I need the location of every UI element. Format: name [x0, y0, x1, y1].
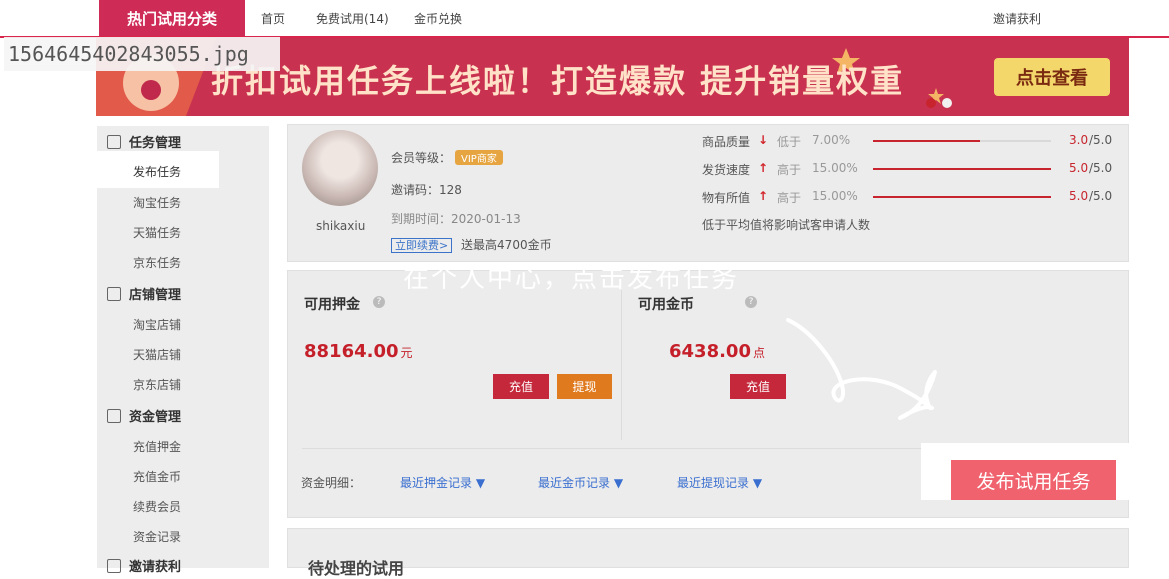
score-value: 3.0 [1069, 133, 1089, 147]
deposit-label: 可用押金 [304, 297, 360, 313]
help-icon[interactable]: ? [373, 296, 385, 308]
pending-panel [287, 528, 1129, 568]
renew-button[interactable]: 立即续费> [391, 238, 453, 253]
gift-icon [107, 558, 121, 573]
score-percent: 7.00% [812, 133, 851, 147]
sidebar-item-publish-task[interactable]: 发布任务 [133, 163, 181, 180]
nav-home[interactable]: 首页 [261, 10, 285, 27]
calendar-icon [107, 286, 121, 301]
gold-label: 可用金币 [638, 297, 694, 313]
sidebar-item-recharge-deposit[interactable]: 充值押金 [133, 438, 181, 455]
score-total: /5.0 [1089, 189, 1113, 203]
curved-arrow-icon [786, 318, 937, 420]
score-row-value: 物有所值 ↑ 高于 15.00% 5.0 /5.0 [702, 189, 1122, 205]
tutorial-caption: 在个人中心，点击发布任务 [403, 264, 740, 294]
score-note: 低于平均值将影响试客申请人数 [702, 218, 871, 232]
sidebar-group-label: 店铺管理 [129, 288, 182, 303]
sidebar: 任务管理 淘宝任务 天猫任务 京东任务 店铺管理 淘宝店铺 天猫店铺 京东店铺 … [97, 126, 269, 575]
sidebar-item-jd-task[interactable]: 京东任务 [133, 254, 181, 271]
score-total: /5.0 [1089, 161, 1113, 175]
sidebar-item-tmall-shop[interactable]: 天猫店铺 [133, 346, 181, 363]
username: shikaxiu [316, 219, 366, 233]
banner-dot-2[interactable] [942, 98, 952, 108]
score-compare: 低于 [777, 135, 802, 149]
publish-trial-task-button[interactable]: 发布试用任务 [951, 460, 1116, 500]
sidebar-group-label: 邀请获利 [129, 560, 182, 575]
deposit-amount: 88164.00 元 [304, 341, 413, 362]
banner-dot-1[interactable] [926, 98, 936, 108]
banner-view-button[interactable]: 点击查看 [994, 58, 1110, 96]
nav-gold-exchange[interactable]: 金币兑换 [414, 10, 462, 27]
gold-amount: 6438.00 点 [669, 341, 765, 362]
hot-categories-button[interactable]: 热门试用分类 [99, 0, 245, 36]
sidebar-item-publish-highlight[interactable]: 发布任务 [97, 151, 219, 188]
score-value: 5.0 [1069, 189, 1089, 203]
sidebar-group-shop[interactable]: 店铺管理 [107, 284, 181, 303]
score-row-shipping: 发货速度 ↑ 高于 15.00% 5.0 /5.0 [702, 161, 1122, 177]
score-compare: 高于 [777, 191, 802, 205]
filename-label: 1564645402843055.jpg [4, 37, 280, 71]
score-total: /5.0 [1089, 133, 1113, 147]
link-gold-records[interactable]: 最近金币记录 ▼ [538, 474, 623, 491]
member-level: 会员等级： VIP商家 [391, 149, 503, 166]
score-row-quality: 商品质量 ↓ 低于 7.00% 3.0 /5.0 [702, 133, 1122, 149]
renew-row: 立即续费> 送最高4700金币 [391, 236, 552, 253]
sidebar-item-recharge-gold[interactable]: 充值金币 [133, 468, 181, 485]
funds-divider [621, 290, 622, 440]
score-bar-track [873, 140, 1051, 142]
sidebar-group-task[interactable]: 任务管理 [107, 132, 181, 151]
score-label: 商品质量 [702, 135, 751, 149]
score-label: 发货速度 [702, 163, 751, 177]
arrow-down-icon: ↓ [758, 133, 769, 147]
avatar [302, 130, 378, 206]
deposit-recharge-button[interactable]: 充值 [493, 374, 549, 399]
score-bar-track [873, 168, 1051, 170]
link-deposit-records[interactable]: 最近押金记录 ▼ [400, 474, 485, 491]
score-bar-track [873, 196, 1051, 198]
sidebar-group-label: 资金管理 [129, 410, 182, 425]
link-withdraw-records[interactable]: 最近提现记录 ▼ [677, 474, 762, 491]
gold-unit: 点 [752, 346, 765, 360]
score-value: 5.0 [1069, 161, 1089, 175]
score-percent: 15.00% [812, 189, 858, 203]
fund-detail-label: 资金明细： [301, 476, 362, 490]
score-bar-fill [873, 168, 1051, 170]
sidebar-item-tmall-task[interactable]: 天猫任务 [133, 224, 181, 241]
expire-time: 到期时间：2020-01-13 [391, 212, 521, 226]
arrow-up-icon: ↑ [758, 161, 769, 175]
pending-title: 待处理的试用 [308, 559, 405, 578]
sidebar-item-taobao-shop[interactable]: 淘宝店铺 [133, 316, 181, 333]
gold-value: 6438.00 [669, 341, 751, 362]
score-percent: 15.00% [812, 161, 858, 175]
store-icon [107, 134, 121, 149]
arrow-up-icon: ↑ [758, 189, 769, 203]
nav-free-trial[interactable]: 免费试用(14) [316, 10, 389, 27]
sidebar-item-renew-member[interactable]: 续费会员 [133, 498, 181, 515]
score-compare: 高于 [777, 163, 802, 177]
score-bar-fill [873, 140, 980, 142]
deposit-unit: 元 [400, 346, 413, 360]
gold-recharge-button[interactable]: 充值 [730, 374, 786, 399]
sidebar-group-label: 任务管理 [129, 136, 182, 151]
sidebar-item-fund-records[interactable]: 资金记录 [133, 528, 181, 545]
sidebar-item-jd-shop[interactable]: 京东店铺 [133, 376, 181, 393]
score-label: 物有所值 [702, 191, 751, 205]
vip-badge: VIP商家 [455, 150, 503, 165]
nav-invite[interactable]: 邀请获利 [993, 10, 1041, 27]
banner-title: 折扣试用任务上线啦！打造爆款 提升销量权重 [211, 62, 905, 100]
score-bar-fill [873, 196, 1051, 198]
sidebar-item-taobao-task[interactable]: 淘宝任务 [133, 194, 181, 211]
sidebar-group-invite[interactable]: 邀请获利 [107, 556, 181, 575]
wallet-icon [107, 408, 121, 423]
invite-code: 邀请码：128 [391, 183, 462, 197]
deposit-value: 88164.00 [304, 341, 399, 362]
sidebar-group-funds[interactable]: 资金管理 [107, 406, 181, 425]
help-icon[interactable]: ? [745, 296, 757, 308]
withdraw-button[interactable]: 提现 [557, 374, 612, 399]
renew-bonus: 送最高4700金币 [461, 238, 552, 252]
member-level-label: 会员等级： [391, 151, 452, 165]
